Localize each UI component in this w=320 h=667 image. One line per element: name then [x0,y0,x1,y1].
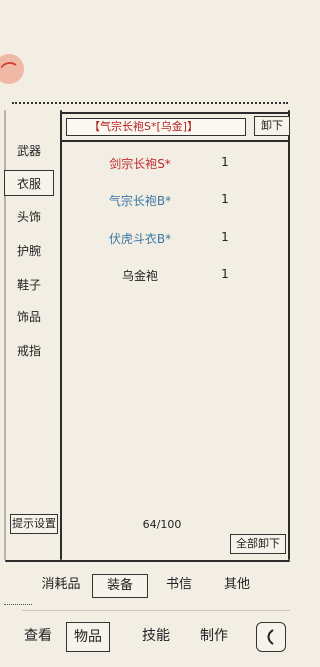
bag-tab[interactable]: 书信 [158,574,200,598]
divider [22,610,290,611]
item-quantity: 1 [221,230,229,244]
nav-tab[interactable]: 查看 [20,622,56,652]
nav-tab[interactable]: 物品 [66,622,110,652]
item-quantity: 1 [221,155,229,169]
category-tab[interactable]: 头饰 [4,204,54,230]
frame-line [288,110,290,560]
unequip-button[interactable]: 卸下 [254,116,290,136]
nav-tab[interactable]: 技能 [138,622,174,652]
bag-tab[interactable]: 其他 [216,574,258,598]
category-tab[interactable]: 饰品 [4,304,54,330]
category-tab[interactable]: 武器 [4,138,54,164]
top-divider [12,102,288,104]
frame-line [60,140,290,142]
hint-settings-button[interactable]: 提示设置 [10,514,58,534]
red-seal-icon: ⌒ [0,54,24,84]
nav-tab[interactable]: 制作 [196,622,232,652]
equipped-item: 【气宗长袍S*[乌金]】 [66,118,246,136]
bag-tab[interactable]: 装备 [92,574,148,598]
item-name[interactable]: 气宗长袍B* [70,192,210,209]
category-tab[interactable]: 鞋子 [4,272,54,298]
item-quantity: 1 [221,267,229,281]
item-name[interactable]: 伏虎斗衣B* [70,230,210,247]
category-tab[interactable]: 衣服 [4,170,54,196]
category-tab[interactable]: 护腕 [4,238,54,264]
back-arrow-icon[interactable] [256,622,286,652]
category-tab[interactable]: 戒指 [4,338,54,364]
bag-capacity: 64/100 [142,518,182,531]
frame-line [60,112,290,114]
item-name[interactable]: 乌金袍 [70,267,210,284]
bag-tab[interactable]: 消耗品 [40,574,82,598]
unequip-all-button[interactable]: 全部卸下 [230,534,286,554]
frame-line [60,110,62,560]
item-quantity: 1 [221,192,229,206]
frame-line [5,560,290,562]
item-name[interactable]: 剑宗长袍S* [70,155,210,172]
dotted-divider [4,604,32,605]
